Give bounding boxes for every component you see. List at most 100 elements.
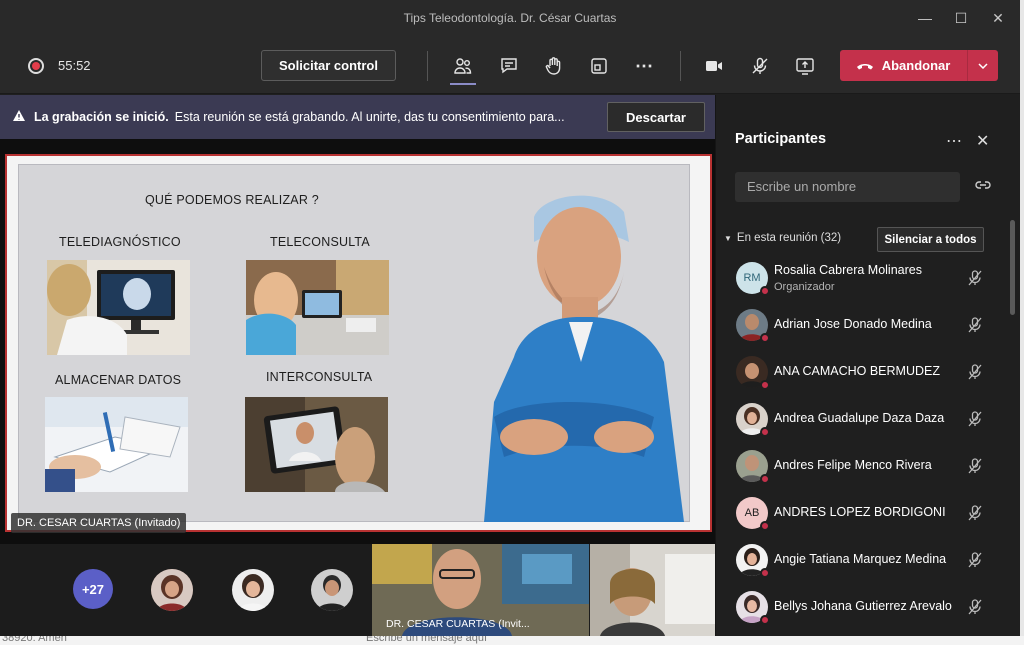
doctor-photo: [474, 187, 684, 523]
participant-row[interactable]: Adrian Jose Donado Medina: [734, 307, 999, 343]
participant-name: Rosalia Cabrera Molinares: [774, 263, 922, 277]
camera-icon[interactable]: [701, 53, 727, 79]
leave-label: Abandonar: [881, 58, 951, 73]
microphone-muted-icon[interactable]: [747, 53, 773, 79]
participant-row[interactable]: Andres Felipe Menco Rivera: [734, 448, 999, 484]
scrollbar[interactable]: [1010, 220, 1015, 315]
leave-main[interactable]: Abandonar: [840, 50, 966, 81]
presentation-slide: QUÉ PODEMOS REALIZAR ? TELEDIAGNÓSTICO T…: [18, 164, 690, 522]
microphone-muted-icon[interactable]: [966, 410, 984, 428]
microphone-muted-icon[interactable]: [966, 457, 984, 475]
panel-title: Participantes: [735, 131, 827, 147]
section-label: En esta reunión (32): [736, 232, 842, 244]
data-storage-photo: [45, 397, 188, 492]
participants-icon[interactable]: [450, 53, 476, 79]
banner-message: Esta reunión se está grabando. Al unirte…: [174, 110, 565, 124]
microphone-muted-icon[interactable]: [966, 316, 984, 334]
leave-button[interactable]: Abandonar: [840, 50, 998, 81]
banner-text: La grabación se inició. Esta reunión se e…: [34, 110, 565, 124]
close-icon[interactable]: ✕: [988, 8, 1008, 28]
presence-badge: [760, 521, 770, 531]
raise-hand-icon[interactable]: [541, 53, 567, 79]
presence-badge: [760, 568, 770, 578]
participant-row[interactable]: Andrea Guadalupe Daza Daza: [734, 401, 999, 437]
video-gallery: +27 DR. CESAR CUARTAS (Invit...: [0, 544, 715, 636]
participant-row[interactable]: Angie Tatiana Marquez Medina: [734, 542, 999, 578]
mute-all-button[interactable]: Silenciar a todos: [877, 227, 984, 252]
recording-icon: [28, 58, 44, 74]
chat-icon[interactable]: [496, 53, 522, 79]
slide-item: TELEDIAGNÓSTICO: [59, 235, 181, 249]
toolbar-divider: [680, 51, 681, 81]
participant-name: Angie Tatiana Marquez Medina: [774, 552, 947, 566]
slide-item: INTERCONSULTA: [266, 370, 373, 384]
microphone-muted-icon[interactable]: [966, 504, 984, 522]
interconsultation-photo: [245, 397, 388, 492]
background-window-edge: [1020, 0, 1024, 645]
presenter-video[interactable]: DR. CESAR CUARTAS (Invit...: [372, 544, 589, 636]
chevron-down-icon[interactable]: [967, 50, 998, 81]
active-tab-indicator: [450, 83, 476, 85]
video-name-tag: DR. CESAR CUARTAS (Invit...: [386, 618, 530, 630]
slide-item: TELECONSULTA: [270, 235, 370, 249]
recording-banner: La grabación se inició. Esta reunión se e…: [0, 95, 715, 139]
participant-video[interactable]: [590, 544, 715, 636]
teams-meeting-window: Tips Teleodontología. Dr. César Cuartas …: [0, 0, 1020, 636]
participant-row[interactable]: Bellys Johana Gutierrez Arevalo: [734, 589, 999, 625]
participant-row[interactable]: RM Rosalia Cabrera Molinares Organizador: [734, 260, 999, 296]
participant-name: Bellys Johana Gutierrez Arevalo: [774, 599, 952, 613]
teleconsultation-photo: [246, 260, 389, 355]
more-participants-badge[interactable]: +27: [73, 569, 113, 609]
dismiss-button[interactable]: Descartar: [607, 102, 705, 132]
microphone-muted-icon[interactable]: [966, 598, 984, 616]
window-title: Tips Teleodontología. Dr. César Cuartas: [403, 11, 617, 25]
avatar[interactable]: [311, 569, 353, 611]
banner-bold: La grabación se inició.: [34, 110, 169, 124]
presence-badge: [760, 615, 770, 625]
share-screen-icon[interactable]: [792, 53, 818, 79]
participant-name: ANDRES LOPEZ BORDIGONI: [774, 505, 946, 519]
shared-content-stage: QUÉ PODEMOS REALIZAR ? TELEDIAGNÓSTICO T…: [0, 139, 715, 544]
slide-heading: QUÉ PODEMOS REALIZAR ?: [145, 193, 319, 207]
participant-row[interactable]: AB ANDRES LOPEZ BORDIGONI: [734, 495, 999, 531]
avatar[interactable]: [151, 569, 193, 611]
presence-badge: [760, 333, 770, 343]
participant-name: Adrian Jose Donado Medina: [774, 317, 932, 331]
meeting-timer: 55:52: [58, 58, 91, 73]
slide-item: ALMACENAR DATOS: [55, 373, 182, 387]
telediagnosis-photo: [47, 260, 190, 355]
presence-badge: [760, 474, 770, 484]
avatar[interactable]: [232, 569, 274, 611]
toolbar-divider: [427, 51, 428, 81]
breakout-rooms-icon[interactable]: [586, 53, 612, 79]
participant-name: Andrea Guadalupe Daza Daza: [774, 411, 945, 425]
meeting-toolbar: 55:52 Solicitar control ⋯ Abandonar: [0, 36, 1020, 94]
shared-screen: QUÉ PODEMOS REALIZAR ? TELEDIAGNÓSTICO T…: [5, 154, 712, 532]
close-icon[interactable]: ✕: [976, 131, 989, 151]
microphone-muted-icon[interactable]: [966, 551, 984, 569]
background-chat-window: 38920: Amen Escribe un mensaje aquí: [0, 636, 1024, 645]
chevron-down-icon: ▼: [724, 234, 732, 243]
microphone-muted-icon[interactable]: [966, 269, 984, 287]
minimize-icon[interactable]: —: [915, 8, 935, 28]
participant-name: Andres Felipe Menco Rivera: [774, 458, 932, 472]
presence-badge: [760, 380, 770, 390]
participant-name: ANA CAMACHO BERMUDEZ: [774, 364, 940, 378]
participant-role: Organizador: [774, 281, 835, 293]
participants-panel: Participantes ⋯ ✕ Escribe un nombre ▼ En …: [715, 95, 1020, 636]
microphone-muted-icon[interactable]: [966, 363, 984, 381]
background-chat-placeholder: Escribe un mensaje aquí: [366, 636, 488, 644]
search-input[interactable]: Escribe un nombre: [735, 172, 960, 202]
title-bar: Tips Teleodontología. Dr. César Cuartas …: [0, 0, 1020, 36]
more-options-icon[interactable]: ⋯: [946, 131, 963, 151]
request-control-button[interactable]: Solicitar control: [261, 50, 396, 81]
more-actions-icon[interactable]: ⋯: [631, 53, 657, 79]
section-header[interactable]: ▼ En esta reunión (32): [724, 232, 841, 244]
participant-row[interactable]: ANA CAMACHO BERMUDEZ: [734, 354, 999, 390]
share-invite-icon[interactable]: [974, 178, 992, 192]
maximize-icon[interactable]: ☐: [951, 8, 971, 28]
presenter-name-tag: DR. CESAR CUARTAS (Invitado): [11, 513, 187, 533]
background-chat-line: 38920: Amen: [2, 636, 67, 644]
warning-icon: [13, 110, 25, 121]
presence-badge: [760, 286, 770, 296]
